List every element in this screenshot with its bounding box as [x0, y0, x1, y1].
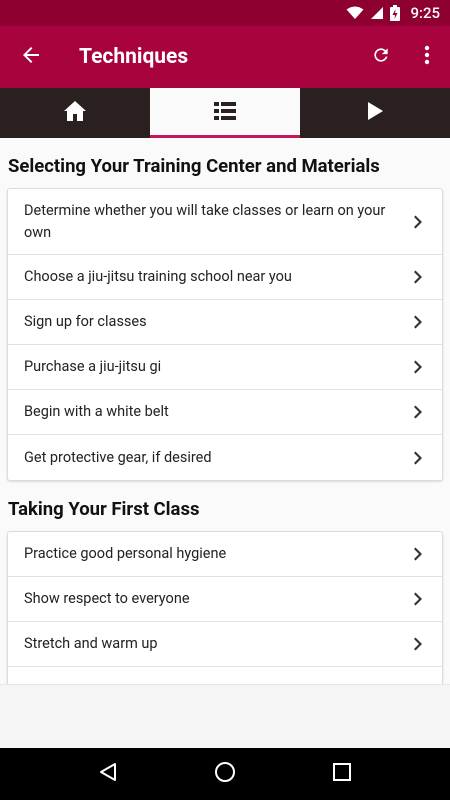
back-button[interactable] — [0, 26, 62, 88]
more-vert-icon — [424, 45, 430, 69]
chevron-right-icon — [412, 592, 426, 606]
nav-home-icon — [214, 761, 236, 787]
cell-signal-icon — [370, 6, 384, 20]
list-icon — [214, 101, 236, 125]
section-first-class: Taking Your First Class Practice good pe… — [0, 481, 450, 684]
list-item-label: Stretch and warm up — [24, 635, 158, 652]
list-item[interactable] — [8, 667, 442, 684]
list-item[interactable]: Sign up for classes — [8, 300, 442, 345]
status-time: 9:25 — [410, 4, 440, 22]
refresh-button[interactable] — [358, 26, 404, 88]
chevron-right-icon — [412, 405, 426, 419]
list-item-label: Begin with a white belt — [24, 403, 169, 420]
chevron-right-icon — [412, 637, 426, 651]
system-navigation-bar — [0, 748, 450, 800]
techniques-list[interactable]: Selecting Your Training Center and Mater… — [0, 138, 450, 684]
section-title: Taking Your First Class — [8, 498, 200, 520]
battery-charging-icon — [390, 5, 401, 21]
play-icon — [366, 101, 384, 125]
list-item-label: Choose a jiu-jitsu training school near … — [24, 268, 292, 285]
chevron-right-icon — [412, 451, 426, 465]
home-icon — [63, 100, 87, 126]
wifi-icon — [346, 6, 364, 20]
section-card: Practice good personal hygiene Show resp… — [7, 531, 443, 684]
page-title: Techniques — [79, 45, 189, 69]
app-bar: Techniques — [0, 26, 450, 88]
list-item[interactable]: Practice good personal hygiene — [8, 532, 442, 577]
list-item-label: Get protective gear, if desired — [24, 448, 212, 466]
list-item[interactable]: Purchase a jiu-jitsu gi — [8, 345, 442, 390]
list-item[interactable]: Choose a jiu-jitsu training school near … — [8, 255, 442, 300]
section-card: Determine whether you will take classes … — [7, 188, 443, 481]
chevron-right-icon — [412, 360, 426, 374]
overflow-menu-button[interactable] — [404, 26, 450, 88]
chevron-right-icon — [412, 547, 426, 561]
nav-home-button[interactable] — [195, 748, 255, 800]
tab-play[interactable] — [300, 88, 450, 138]
tab-home[interactable] — [0, 88, 150, 138]
status-bar: 9:25 — [0, 0, 450, 26]
list-item[interactable]: Stretch and warm up — [8, 622, 442, 667]
nav-recents-icon — [332, 763, 351, 785]
refresh-icon — [371, 45, 391, 69]
list-item[interactable]: Determine whether you will take classes … — [8, 189, 442, 255]
list-item-label: Determine whether you will take classes … — [24, 201, 386, 241]
nav-recents-button[interactable] — [312, 748, 372, 800]
tab-bar — [0, 88, 450, 138]
arrow-back-icon — [21, 45, 41, 69]
chevron-right-icon — [412, 215, 426, 229]
chevron-right-icon — [412, 270, 426, 284]
list-item[interactable]: Get protective gear, if desired — [8, 435, 442, 480]
section-training-center: Selecting Your Training Center and Mater… — [0, 138, 450, 481]
chevron-right-icon — [412, 315, 426, 329]
list-item-label: Show respect to everyone — [24, 590, 190, 607]
section-title: Selecting Your Training Center and Mater… — [8, 155, 380, 177]
nav-back-button[interactable] — [78, 748, 138, 800]
nav-back-icon — [98, 762, 118, 786]
bottom-banner-area — [0, 684, 450, 748]
list-item[interactable]: Show respect to everyone — [8, 577, 442, 622]
list-item-label: Purchase a jiu-jitsu gi — [24, 358, 162, 375]
tab-list[interactable] — [150, 88, 300, 138]
list-item-label: Practice good personal hygiene — [24, 545, 227, 562]
list-item[interactable]: Begin with a white belt — [8, 390, 442, 435]
list-item-label: Sign up for classes — [24, 313, 147, 330]
